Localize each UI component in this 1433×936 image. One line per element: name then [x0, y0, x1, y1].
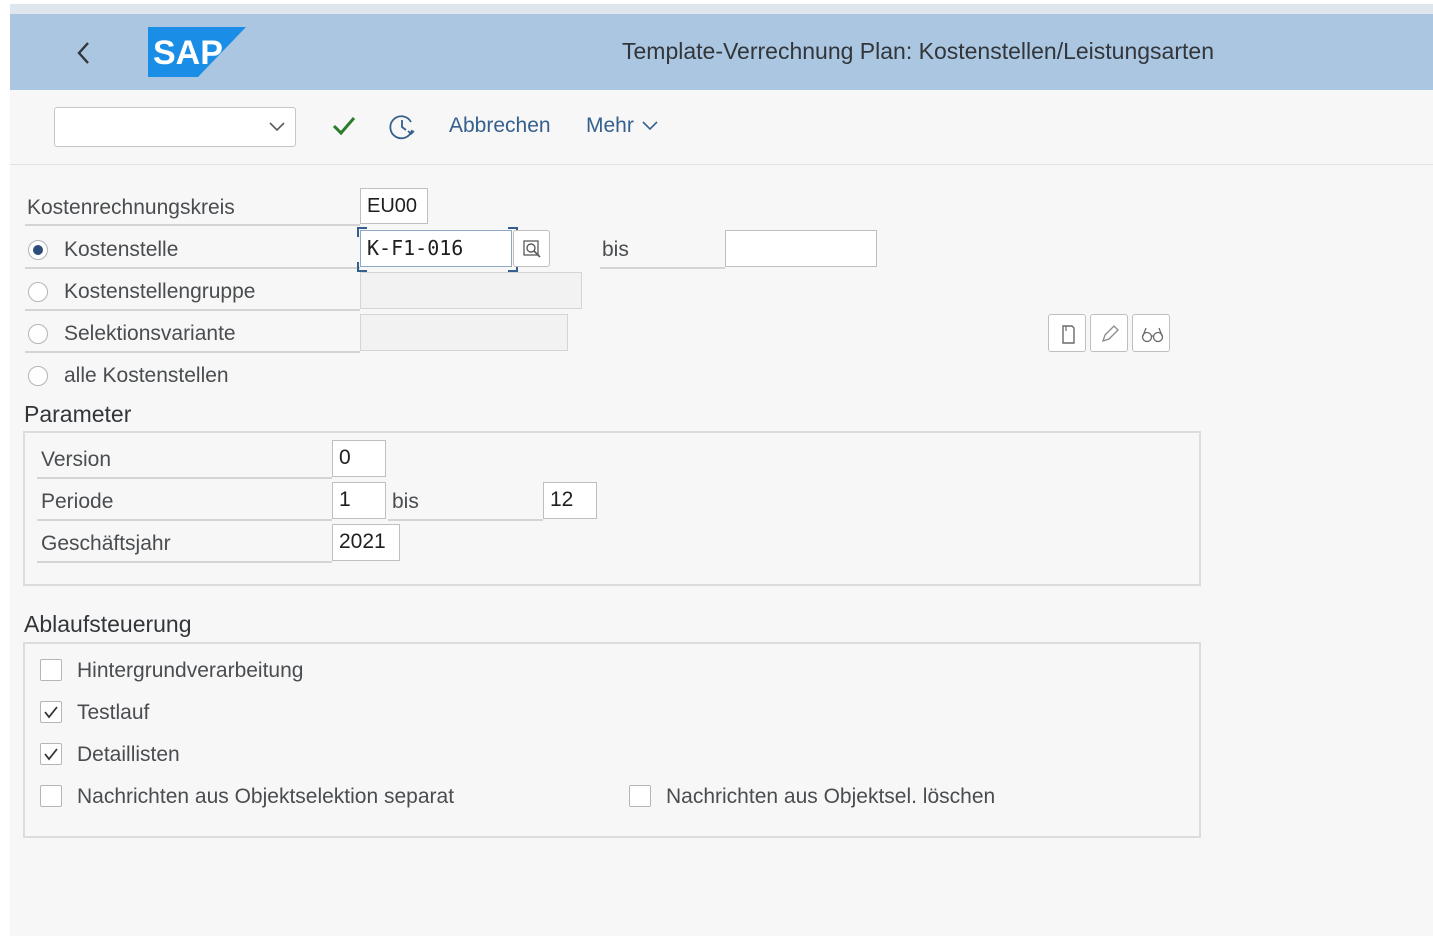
sap-logo: SAP — [148, 27, 246, 77]
display-variant-button[interactable] — [1132, 314, 1170, 352]
underline — [388, 519, 543, 521]
nachrichten-separat-checkbox[interactable] — [40, 785, 62, 807]
periode-to-field[interactable]: 12 — [543, 482, 597, 519]
underline — [600, 267, 725, 269]
kostenstelle-bis-field[interactable] — [725, 230, 877, 267]
underline — [25, 309, 360, 311]
value-help-button[interactable] — [513, 230, 550, 267]
radio-kostenstelle[interactable] — [28, 240, 48, 260]
new-document-icon — [1062, 325, 1075, 344]
nachrichten-loeschen-label: Nachrichten aus Objektsel. löschen — [666, 785, 996, 808]
kostenstelle-field[interactable]: K-F1-016 — [360, 230, 512, 267]
top-strip — [10, 4, 1433, 14]
toolbar: Abbrechen Mehr — [10, 90, 1433, 165]
radio-selektionsvariante[interactable] — [28, 324, 48, 344]
underline — [25, 224, 360, 226]
hintergrund-checkbox[interactable] — [40, 659, 62, 681]
pencil-icon — [1101, 325, 1119, 343]
create-variant-button[interactable] — [1048, 314, 1086, 352]
selektionsvariante-label: Selektionsvariante — [64, 322, 236, 345]
underline — [37, 477, 332, 479]
page-title: Template-Verrechnung Plan: Kostenstellen… — [622, 38, 1214, 64]
checkmark-icon — [332, 117, 356, 136]
kostenstellengruppe-field[interactable] — [360, 272, 582, 309]
periode-from-field[interactable]: 1 — [332, 482, 386, 519]
radio-kostenstellengruppe[interactable] — [28, 282, 48, 302]
alle-kostenstellen-label: alle Kostenstellen — [64, 364, 229, 387]
hintergrund-label: Hintergrundverarbeitung — [77, 659, 304, 682]
kostenrechnungskreis-field[interactable]: EU00 — [360, 188, 428, 224]
clock-icon — [389, 115, 415, 140]
periode-label: Periode — [41, 490, 114, 513]
kostenrechnungskreis-label: Kostenrechnungskreis — [27, 196, 235, 219]
testlauf-label: Testlauf — [77, 701, 150, 724]
underline — [25, 351, 360, 353]
checkmark-icon — [44, 748, 58, 761]
edit-variant-button[interactable] — [1090, 314, 1128, 352]
schedule-button[interactable] — [387, 112, 417, 142]
ablaufsteuerung-title: Ablaufsteuerung — [24, 611, 192, 637]
focus-corner — [357, 227, 367, 237]
cancel-button[interactable]: Abbrechen — [449, 114, 551, 138]
radio-alle-kostenstellen[interactable] — [28, 366, 48, 386]
variant-select[interactable] — [54, 107, 296, 147]
kostenstelle-label: Kostenstelle — [64, 238, 179, 261]
testlauf-checkbox[interactable] — [40, 701, 62, 723]
chevron-down-icon — [642, 121, 658, 131]
checkmark-icon — [44, 706, 58, 719]
logo-text: SAP — [153, 34, 223, 72]
underline — [25, 267, 360, 269]
nachrichten-loeschen-checkbox[interactable] — [629, 785, 651, 807]
selektionsvariante-field[interactable] — [360, 314, 568, 351]
kostenstellengruppe-label: Kostenstellengruppe — [64, 280, 256, 303]
detaillisten-checkbox[interactable] — [40, 743, 62, 765]
chevron-down-icon — [269, 122, 285, 132]
parameter-title: Parameter — [24, 401, 132, 427]
periode-bis-label: bis — [392, 490, 419, 513]
more-label: Mehr — [586, 114, 634, 137]
execute-button[interactable] — [330, 112, 358, 140]
focus-corner — [357, 262, 367, 272]
kostenstelle-bis-label: bis — [602, 238, 629, 261]
version-label: Version — [41, 448, 112, 471]
back-button[interactable] — [72, 38, 112, 68]
geschaeftsjahr-field[interactable]: 2021 — [332, 524, 400, 561]
version-field[interactable]: 0 — [332, 440, 386, 477]
underline — [37, 519, 332, 521]
more-button[interactable]: Mehr — [586, 114, 660, 138]
nachrichten-separat-label: Nachrichten aus Objektselektion separat — [77, 785, 455, 808]
shell-header: SAP Template-Verrechnung Plan: Kostenste… — [10, 14, 1433, 90]
value-help-icon — [523, 240, 541, 258]
detaillisten-label: Detaillisten — [77, 743, 180, 766]
underline — [37, 561, 332, 563]
chevron-left-icon — [77, 42, 89, 64]
glasses-icon — [1141, 327, 1164, 343]
geschaeftsjahr-label: Geschäftsjahr — [41, 532, 171, 555]
